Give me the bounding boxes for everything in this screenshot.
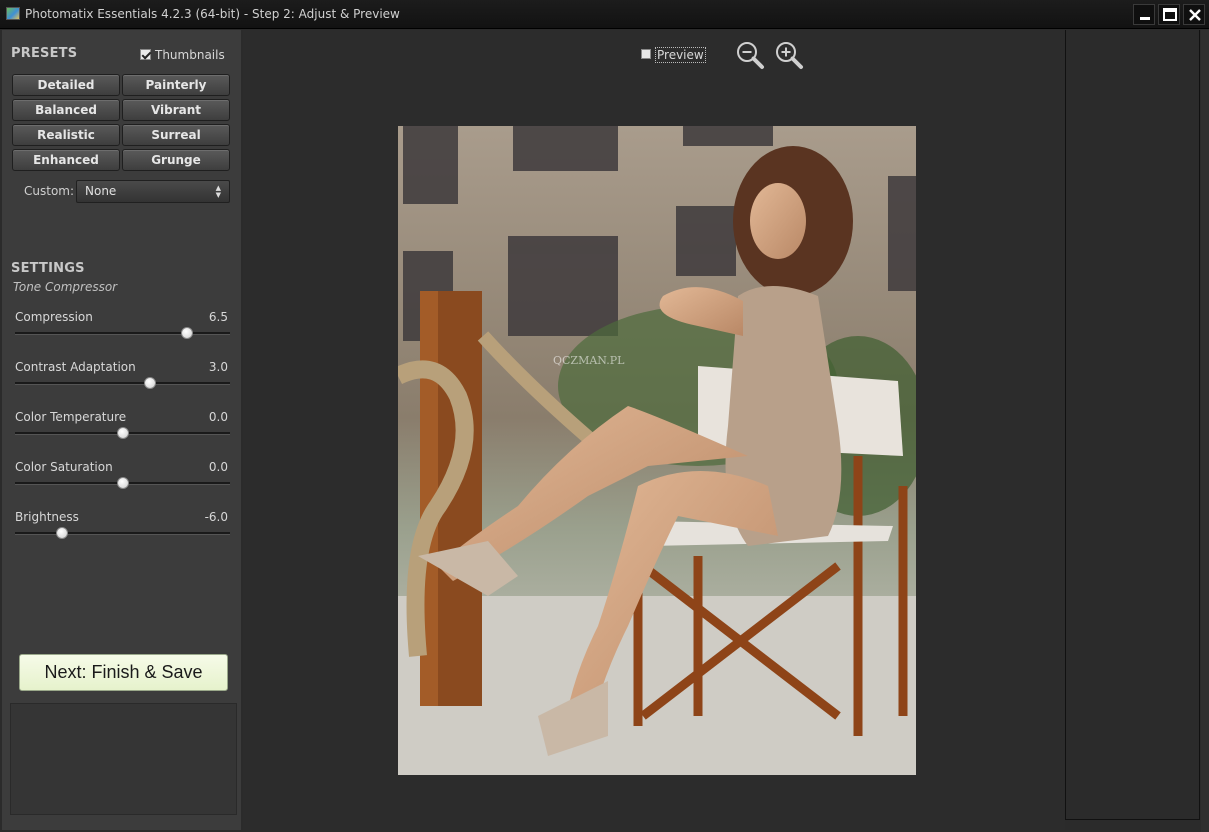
- right-panel: [1065, 30, 1200, 820]
- brightness-value: -6.0: [204, 510, 228, 524]
- preset-painterly-button[interactable]: Painterly: [122, 74, 230, 96]
- color-temperature-value: 0.0: [208, 410, 228, 424]
- presets-heading: PRESETS: [11, 46, 78, 61]
- compression-slider[interactable]: [15, 327, 230, 339]
- settings-heading: SETTINGS: [11, 261, 85, 276]
- right-border: [1201, 30, 1209, 832]
- preview-area: Preview QCZMAN.PL: [243, 30, 1065, 830]
- left-panel: PRESETS Thumbnails Detailed Painterly Ba…: [2, 30, 241, 830]
- close-button[interactable]: [1183, 4, 1205, 25]
- title-bar: Photomatix Essentials 4.2.3 (64-bit) - S…: [0, 0, 1209, 29]
- preview-image: QCZMAN.PL: [398, 126, 916, 775]
- slider-handle[interactable]: [144, 377, 157, 389]
- minimize-button[interactable]: [1133, 4, 1155, 25]
- app-icon: [6, 7, 20, 20]
- color-saturation-value: 0.0: [208, 460, 228, 474]
- brightness-slider[interactable]: [15, 527, 230, 539]
- custom-label: Custom:: [24, 184, 75, 198]
- preset-vibrant-button[interactable]: Vibrant: [122, 99, 230, 121]
- compression-value: 6.5: [208, 310, 228, 324]
- maximize-icon: [1163, 8, 1177, 21]
- updown-arrows-icon: ▲ ▼: [215, 184, 221, 199]
- checkbox-checked-icon: [140, 49, 151, 60]
- zoom-in-icon[interactable]: [773, 39, 805, 71]
- preset-balanced-button[interactable]: Balanced: [12, 99, 120, 121]
- window-title: Photomatix Essentials 4.2.3 (64-bit) - S…: [25, 7, 400, 21]
- method-label: Tone Compressor: [13, 280, 118, 294]
- thumbnails-checkbox[interactable]: Thumbnails: [140, 48, 225, 62]
- color-temperature-slider[interactable]: [15, 427, 230, 439]
- contrast-adaptation-label: Contrast Adaptation: [15, 360, 136, 374]
- preset-realistic-button[interactable]: Realistic: [12, 124, 120, 146]
- maximize-button[interactable]: [1158, 4, 1180, 25]
- custom-preset-select[interactable]: None ▲ ▼: [76, 180, 230, 203]
- info-panel: [10, 703, 237, 815]
- color-saturation-slider[interactable]: [15, 477, 230, 489]
- next-finish-save-button[interactable]: Next: Finish & Save: [19, 654, 228, 691]
- contrast-adaptation-value: 3.0: [208, 360, 228, 374]
- thumbnails-label: Thumbnails: [155, 48, 225, 62]
- preset-surreal-button[interactable]: Surreal: [122, 124, 230, 146]
- checkbox-unchecked-icon: [641, 49, 651, 59]
- preview-label: Preview: [655, 47, 706, 63]
- brightness-label: Brightness: [15, 510, 79, 524]
- slider-handle[interactable]: [56, 527, 69, 539]
- preview-checkbox[interactable]: Preview: [641, 47, 706, 63]
- preset-enhanced-button[interactable]: Enhanced: [12, 149, 120, 171]
- watermark-text: QCZMAN.PL: [553, 354, 625, 367]
- color-saturation-label: Color Saturation: [15, 460, 113, 474]
- slider-handle[interactable]: [116, 477, 129, 489]
- color-temperature-label: Color Temperature: [15, 410, 127, 424]
- preset-grunge-button[interactable]: Grunge: [122, 149, 230, 171]
- close-icon: [1189, 9, 1201, 21]
- compression-label: Compression: [15, 310, 93, 324]
- minimize-icon: [1140, 17, 1150, 20]
- slider-handle[interactable]: [116, 427, 129, 439]
- zoom-out-icon[interactable]: [734, 39, 766, 71]
- slider-handle[interactable]: [181, 327, 193, 339]
- contrast-adaptation-slider[interactable]: [15, 377, 230, 389]
- preset-detailed-button[interactable]: Detailed: [12, 74, 120, 96]
- custom-select-value: None: [85, 184, 117, 198]
